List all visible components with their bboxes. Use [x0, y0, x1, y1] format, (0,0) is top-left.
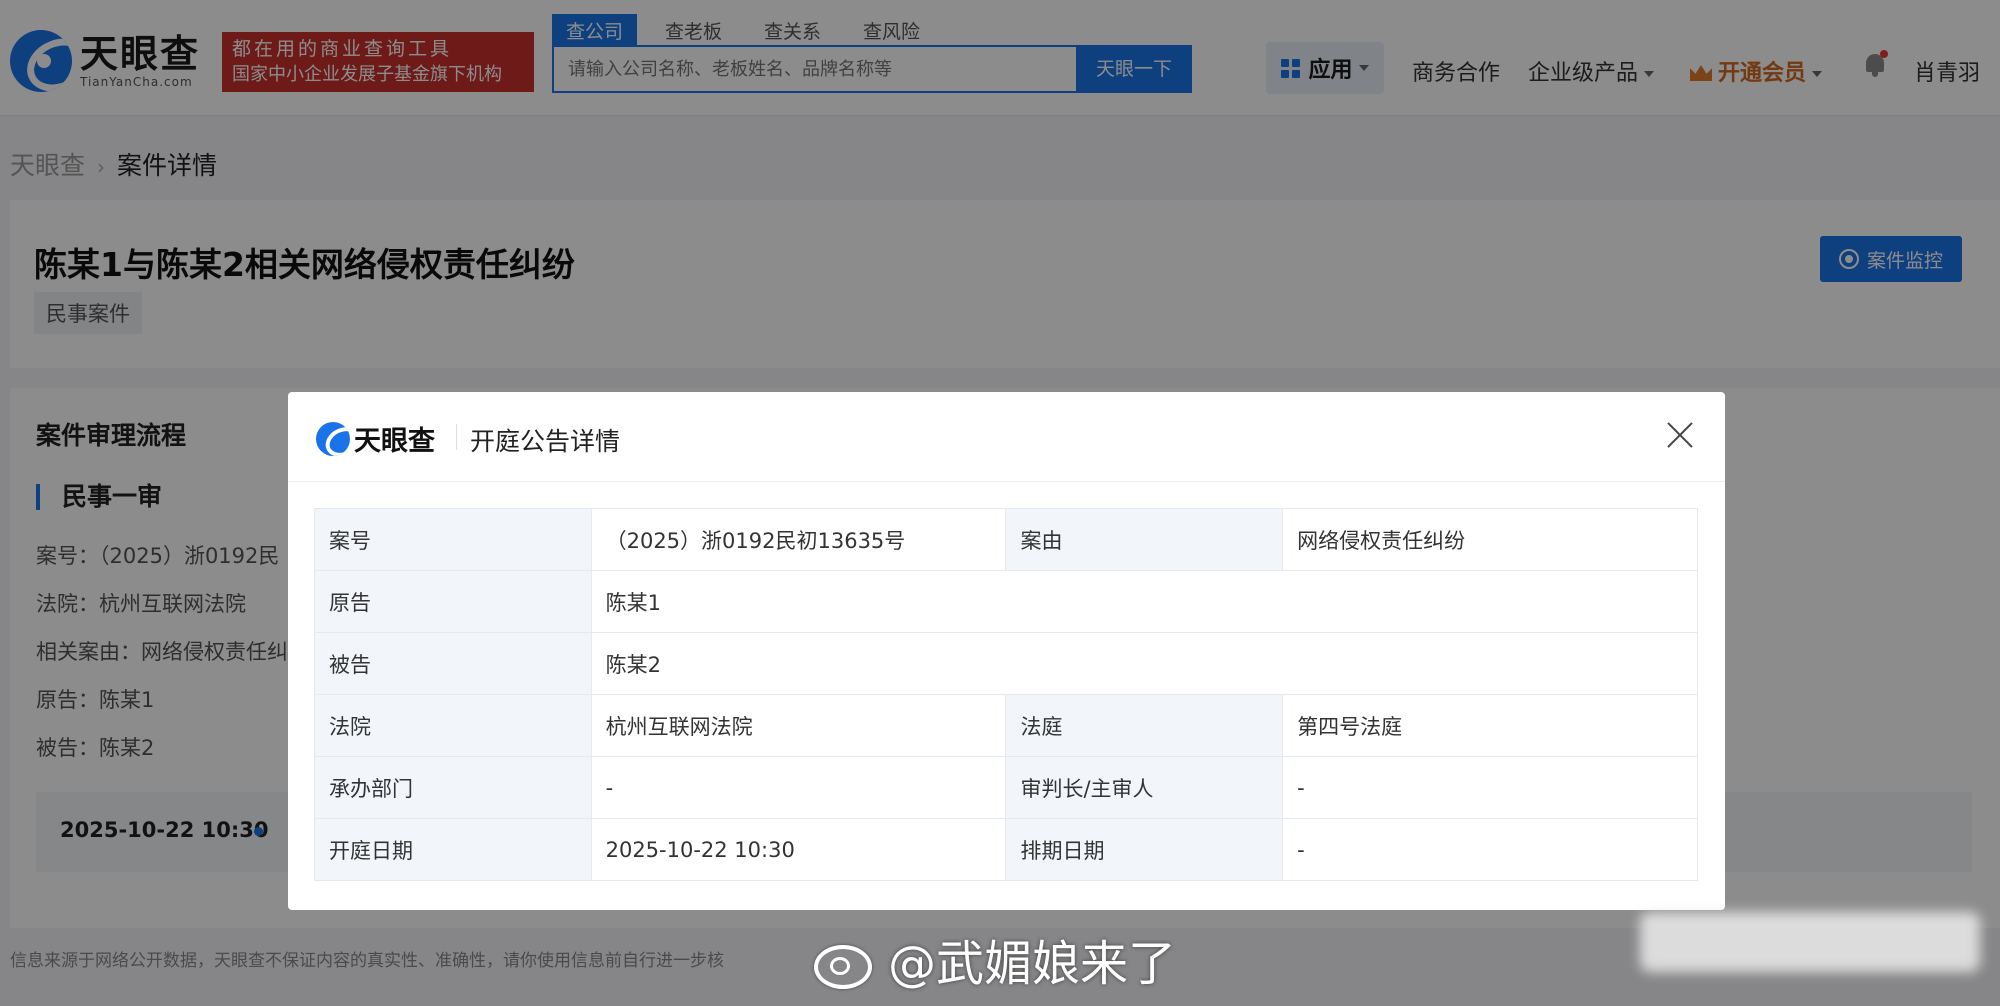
judge-value: -	[1282, 756, 1698, 819]
table-row: 承办部门 - 审判长/主审人 -	[314, 756, 1698, 819]
court-value: 杭州互联网法院	[590, 694, 1007, 757]
cause-label: 案由	[1005, 508, 1284, 571]
hearing-date-label: 开庭日期	[314, 818, 592, 881]
courtroom-label: 法庭	[1005, 694, 1284, 757]
case-no-value: （2025）浙0192民初13635号	[590, 508, 1007, 571]
hearing-detail-table: 案号 （2025）浙0192民初13635号 案由 网络侵权责任纠纷 原告 陈某…	[314, 508, 1699, 881]
cause-value: 网络侵权责任纠纷	[1282, 508, 1698, 571]
close-icon[interactable]	[1665, 420, 1695, 450]
hearing-notice-modal: 天眼查 开庭公告详情 案号 （2025）浙0192民初13635号 案由 网络侵…	[288, 392, 1725, 910]
schedule-date-value: -	[1282, 818, 1698, 881]
case-no-label: 案号	[314, 508, 592, 571]
blurred-region	[1640, 912, 1980, 972]
modal-title: 开庭公告详情	[470, 427, 621, 456]
table-row: 被告 陈某2	[314, 632, 1699, 695]
header-divider	[456, 424, 457, 450]
modal-header: 天眼查 开庭公告详情	[288, 392, 1725, 482]
table-row: 案号 （2025）浙0192民初13635号 案由 网络侵权责任纠纷	[314, 508, 1698, 571]
weibo-icon	[812, 935, 874, 989]
modal-logo-text: 天眼查	[354, 426, 435, 457]
judge-label: 审判长/主审人	[1005, 756, 1284, 819]
table-row: 法院 杭州互联网法院 法庭 第四号法庭	[314, 694, 1698, 757]
schedule-date-label: 排期日期	[1005, 818, 1284, 881]
defendant-label: 被告	[314, 632, 592, 695]
department-value: -	[590, 756, 1007, 819]
tianyancha-logo-icon	[316, 421, 350, 456]
plaintiff-label: 原告	[314, 570, 592, 633]
weibo-watermark: @武媚娘来了	[812, 924, 1176, 994]
department-label: 承办部门	[314, 756, 592, 819]
court-label: 法院	[314, 694, 592, 757]
plaintiff-value: 陈某1	[590, 570, 1699, 633]
modal-logo: 天眼查	[316, 419, 435, 458]
courtroom-value: 第四号法庭	[1282, 694, 1698, 757]
table-row: 开庭日期 2025-10-22 10:30 排期日期 -	[314, 818, 1698, 881]
table-row: 原告 陈某1	[314, 570, 1699, 633]
defendant-value: 陈某2	[590, 632, 1699, 695]
watermark-text: @武媚娘来了	[888, 936, 1177, 992]
hearing-date-value: 2025-10-22 10:30	[590, 818, 1007, 881]
